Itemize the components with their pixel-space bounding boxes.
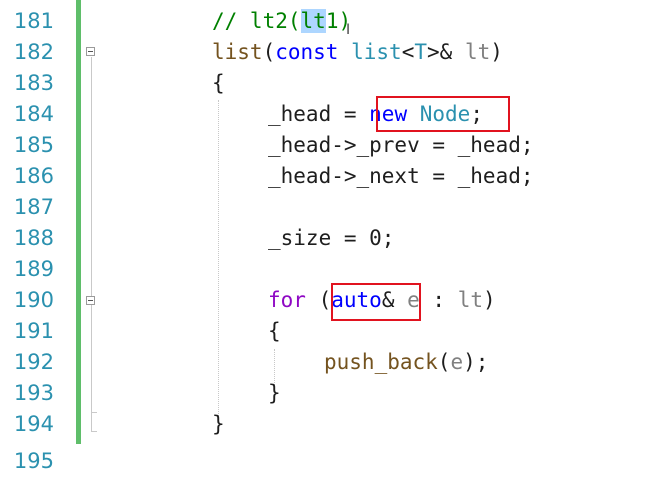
line-number: 186	[13, 164, 54, 188]
code-token: lt	[464, 40, 491, 64]
code-token: _head->_next = _head;	[268, 164, 534, 188]
code-token: (	[305, 288, 332, 312]
code-token: list	[351, 40, 402, 64]
line-number: 190	[13, 288, 54, 312]
code-line[interactable]: 186 _head->_next = _head;	[0, 161, 665, 192]
code-token: lt	[457, 288, 483, 312]
line-number: 191	[13, 319, 54, 343]
line-number: 185	[13, 133, 54, 157]
code-text[interactable]: // lt2(lt1)	[212, 6, 351, 37]
code-line[interactable]: 194}	[0, 409, 665, 440]
code-line[interactable]: 188 _size = 0;	[0, 223, 665, 254]
code-line[interactable]: 183 {	[0, 68, 665, 99]
line-number: 182	[13, 40, 54, 64]
code-token: :	[419, 288, 458, 312]
code-text[interactable]: _size = 0;	[268, 223, 394, 254]
code-line[interactable]: 189	[0, 254, 665, 285]
code-token: <	[401, 40, 415, 64]
line-number: 188	[13, 226, 54, 250]
code-line[interactable]: 184 _head = new Node;	[0, 99, 665, 130]
code-token: );	[463, 350, 489, 374]
code-line[interactable]: 185 _head->_prev = _head;	[0, 130, 665, 161]
code-token: (	[262, 40, 276, 64]
code-text[interactable]: }	[212, 409, 225, 440]
line-number: 183	[13, 71, 54, 95]
line-number: 181	[13, 9, 54, 33]
code-text[interactable]: {	[212, 68, 225, 99]
line-number: 187	[13, 195, 54, 219]
line-number: 184	[13, 102, 54, 126]
code-token: {	[212, 71, 225, 95]
code-text[interactable]: }	[268, 378, 281, 409]
code-line[interactable]: 192 push_back(e);	[0, 347, 665, 378]
code-editor[interactable]: 181// lt2(lt1) 182 list(const list<T>& lt)…	[0, 0, 665, 473]
code-token: e	[450, 350, 464, 374]
code-token: _head =	[268, 102, 370, 126]
annotation-box-auto-ref	[331, 283, 421, 321]
code-text[interactable]: list(const list<T>& lt)	[212, 37, 503, 68]
code-text[interactable]: push_back(e);	[324, 347, 488, 378]
code-line[interactable]: 182 list(const list<T>& lt)	[0, 37, 665, 68]
annotation-box-new-node	[376, 96, 510, 132]
code-token: for	[268, 288, 306, 312]
code-token: _size = 0;	[268, 226, 395, 250]
code-token: lt	[300, 9, 326, 33]
code-token: )	[483, 288, 496, 312]
line-number: 194	[13, 412, 54, 436]
code-token: _head->_prev = _head;	[268, 133, 534, 157]
line-number: 195	[13, 449, 54, 473]
code-token: list	[212, 40, 263, 64]
code-token: T	[414, 40, 427, 64]
code-token: >&	[427, 40, 465, 64]
code-token: (	[437, 350, 451, 374]
code-line[interactable]: 187	[0, 192, 665, 223]
code-text[interactable]: {	[268, 316, 281, 347]
code-token: push_back	[324, 350, 438, 374]
code-token: const	[275, 40, 339, 64]
text-cursor-icon: I	[346, 22, 351, 38]
code-text[interactable]: _head->_next = _head;	[268, 161, 534, 192]
code-token: }	[268, 381, 281, 405]
code-line[interactable]: 181 // lt2(lt1)	[0, 6, 665, 37]
line-number: 192	[13, 350, 54, 374]
code-token: }	[212, 412, 225, 436]
code-text[interactable]: _head->_prev = _head;	[268, 130, 534, 161]
code-token: {	[268, 319, 281, 343]
line-number: 193	[13, 381, 54, 405]
code-token: // lt2(	[212, 9, 301, 33]
code-token: )	[490, 40, 503, 64]
code-line[interactable]: 193}	[0, 378, 665, 409]
line-number: 189	[13, 257, 54, 281]
